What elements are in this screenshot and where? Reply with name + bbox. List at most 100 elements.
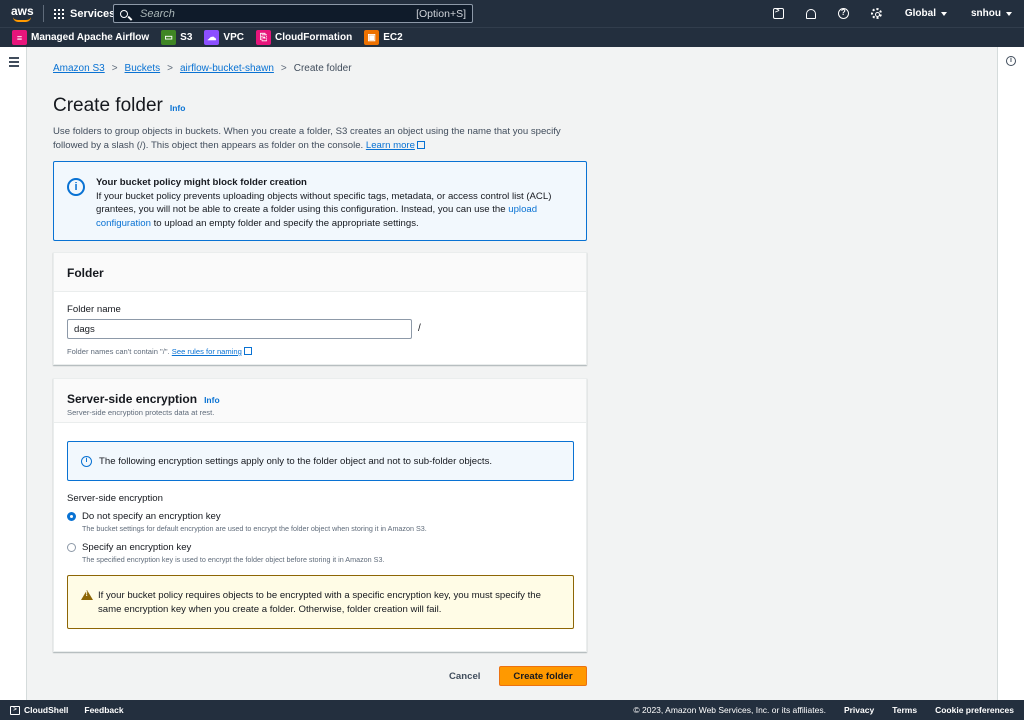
caret-down-icon [1006, 11, 1012, 16]
naming-rules-label: See rules for naming [171, 347, 242, 356]
account-label: snhou [971, 8, 1001, 19]
folder-panel-heading: Folder [67, 266, 104, 280]
favorite-label: Managed Apache Airflow [31, 32, 150, 43]
region-label: Global [904, 8, 936, 19]
radio-option-description: The bucket settings for default encrypti… [82, 524, 427, 533]
create-folder-button[interactable]: Create folder [499, 666, 587, 686]
encryption-title-row: Server-side encryption Info [67, 392, 573, 406]
right-tools-rail: i [997, 47, 1024, 700]
radio-option-text: Specify an encryption key The specified … [82, 542, 384, 564]
learn-more-label: Learn more [365, 140, 415, 151]
encryption-panel-header: Server-side encryption Info Server-side … [54, 379, 586, 423]
top-navigation: aws Services [Option+S] ? Global snhou [0, 0, 1024, 27]
favorite-cloudformation[interactable]: ⎘ CloudFormation [255, 30, 353, 45]
left-navigation-rail [0, 47, 27, 700]
cloudshell-icon: > [10, 705, 20, 715]
cancel-button[interactable]: Cancel [437, 666, 492, 686]
aws-logo[interactable]: aws [11, 0, 39, 27]
favorite-label: EC2 [383, 32, 403, 43]
breadcrumb-current: Create folder [293, 63, 352, 74]
page-header: Create folder Info [53, 95, 185, 117]
favorite-label: VPC [223, 32, 244, 43]
encryption-warning-alert: If your bucket policy requires objects t… [67, 575, 574, 629]
form-actions: Cancel Create folder [53, 666, 587, 686]
copyright-text: © 2023, Amazon Web Services, Inc. or its… [633, 705, 826, 715]
learn-more-link[interactable]: Learn more [366, 140, 425, 151]
search-icon [120, 9, 128, 18]
info-panel-icon[interactable]: i [1006, 56, 1016, 66]
cookie-preferences-link[interactable]: Cookie preferences [935, 705, 1014, 715]
folder-name-label: Folder name [67, 304, 121, 315]
encryption-info-link[interactable]: Info [204, 395, 220, 405]
region-selector[interactable]: Global [905, 8, 947, 19]
description-text: Use folders to group objects in buckets.… [53, 126, 561, 151]
radio-button-selected[interactable] [67, 512, 76, 521]
breadcrumb-bucket[interactable]: airflow-bucket-shawn [180, 63, 274, 74]
encryption-heading: Server-side encryption [67, 392, 198, 406]
aws-logo-text: aws [11, 4, 34, 18]
breadcrumb: Amazon S3 > Buckets > airflow-bucket-sha… [53, 63, 352, 74]
services-label: Services [70, 7, 116, 20]
menu-hamburger-icon[interactable] [9, 57, 19, 69]
folder-suffix: / [418, 323, 421, 334]
info-link[interactable]: Info [170, 103, 186, 113]
settings-gear-icon[interactable] [870, 8, 882, 19]
encryption-panel: Server-side encryption Info Server-side … [53, 378, 587, 652]
cloudformation-service-icon: ⎘ [255, 30, 271, 45]
encryption-scope-note: i The following encryption settings appl… [67, 441, 574, 481]
favorite-label: CloudFormation [274, 32, 353, 43]
naming-rules-link[interactable]: See rules for naming [172, 347, 252, 356]
s3-service-icon: ▭ [161, 30, 177, 45]
top-nav-utilities: ? Global snhou [762, 0, 1024, 27]
favorite-vpc[interactable]: ☁ VPC [204, 30, 244, 45]
radio-option-text: Do not specify an encryption key The buc… [82, 511, 427, 533]
nav-divider [43, 5, 44, 22]
search-input[interactable] [140, 7, 417, 20]
page-description: Use folders to group objects in buckets.… [53, 125, 573, 153]
favorite-airflow[interactable]: ≡ Managed Apache Airflow [12, 30, 149, 45]
folder-name-input[interactable] [67, 319, 412, 339]
radio-specify-encryption-key[interactable]: Specify an encryption key The specified … [67, 542, 384, 564]
account-menu[interactable]: snhou [971, 8, 1012, 19]
services-menu-button[interactable]: Services [54, 8, 115, 20]
breadcrumb-amazon-s3[interactable]: Amazon S3 [53, 63, 105, 74]
feedback-link[interactable]: Feedback [84, 705, 123, 715]
chevron-right-icon: > [167, 63, 173, 74]
encryption-group-label: Server-side encryption [67, 493, 163, 504]
radio-button[interactable] [67, 543, 76, 552]
encryption-note-text: The following encryption settings apply … [99, 456, 493, 467]
grid-icon [54, 8, 64, 19]
page-title: Create folder [53, 95, 163, 116]
cloudshell-icon[interactable] [772, 6, 784, 19]
search-bar[interactable]: [Option+S] [113, 4, 473, 23]
alert-title: Your bucket policy might block folder cr… [96, 177, 307, 188]
favorite-label: S3 [180, 32, 193, 43]
chevron-right-icon: > [280, 63, 287, 74]
radio-option-label: Specify an encryption key [82, 542, 192, 553]
cloudshell-label: CloudShell [24, 705, 69, 715]
warning-triangle-icon [81, 590, 93, 600]
airflow-service-icon: ≡ [12, 30, 27, 45]
favorite-s3[interactable]: ▭ S3 [161, 30, 192, 45]
radio-no-encryption-key[interactable]: Do not specify an encryption key The buc… [67, 511, 427, 533]
folder-panel-header: Folder [54, 253, 586, 292]
info-circle-icon: i [81, 456, 92, 467]
breadcrumb-buckets[interactable]: Buckets [125, 63, 161, 74]
folder-panel: Folder Folder name / Folder names can't … [53, 252, 587, 365]
terms-link[interactable]: Terms [892, 705, 917, 715]
cloudshell-button[interactable]: > CloudShell [10, 705, 68, 715]
favorite-ec2[interactable]: ▣ EC2 [364, 30, 403, 45]
info-circle-icon: i [67, 178, 85, 196]
help-icon[interactable]: ? [837, 8, 849, 19]
bucket-policy-alert: i Your bucket policy might block folder … [53, 161, 587, 241]
alert-body-end: to upload an empty folder and specify th… [153, 217, 419, 229]
footer: > CloudShell Feedback © 2023, Amazon Web… [0, 700, 1024, 720]
notifications-bell-icon[interactable] [805, 8, 816, 19]
radio-option-label: Do not specify an encryption key [82, 511, 221, 522]
search-shortcut-hint: [Option+S] [416, 7, 466, 20]
radio-option-description: The specified encryption key is used to … [82, 555, 385, 564]
caret-down-icon [941, 11, 947, 16]
external-link-icon [243, 347, 252, 355]
privacy-link[interactable]: Privacy [844, 705, 874, 715]
footer-links: © 2023, Amazon Web Services, Inc. or its… [633, 705, 1014, 715]
